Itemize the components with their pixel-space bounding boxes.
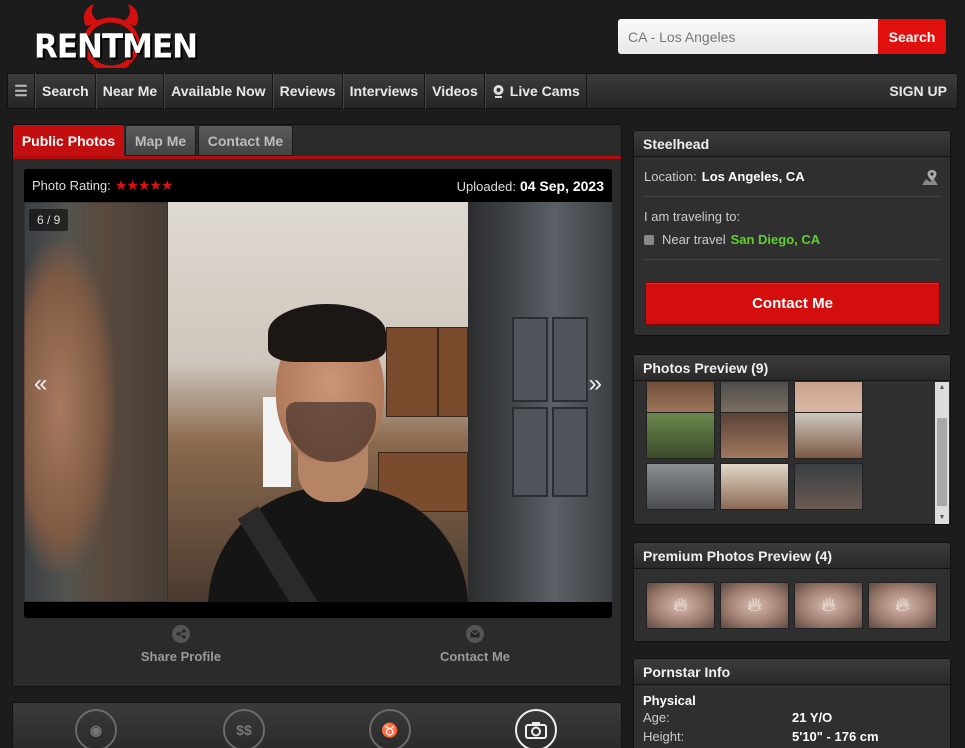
contact-me-action[interactable]: Contact Me	[375, 625, 575, 664]
prev-photo-button[interactable]: «	[34, 370, 47, 398]
next-photo-blur	[468, 202, 612, 602]
photo-panel: Public Photos Map Me Contact Me Photo Ra…	[12, 124, 622, 687]
camera-icon[interactable]	[515, 709, 557, 748]
hamburger-icon[interactable]: ☰	[8, 73, 35, 109]
nav-interviews[interactable]: Interviews	[342, 73, 426, 109]
header-search: Search	[618, 19, 946, 54]
location-row: Location: Los Angeles, CA	[644, 157, 940, 197]
uploaded-info: Uploaded: 04 Sep, 2023	[457, 178, 604, 194]
profile-summary-panel: Steelhead Location: Los Angeles, CA I am…	[633, 130, 951, 336]
photo-viewer: Photo Rating: ★★★★★ Uploaded: 04 Sep, 202…	[24, 169, 612, 618]
contact-me-label: Contact Me	[439, 649, 511, 664]
webcam-icon	[492, 84, 505, 99]
rates-icon[interactable]: $$	[223, 709, 265, 748]
flame-icon: 🔥︎	[821, 594, 836, 616]
photo-thumbnail[interactable]	[720, 463, 789, 510]
scroll-up-icon[interactable]: ▲	[935, 382, 949, 394]
scroll-down-icon[interactable]: ▼	[935, 512, 949, 524]
age-label: Age:	[643, 710, 670, 725]
photo-counter: 6 / 9	[29, 209, 69, 231]
premium-thumbnail[interactable]: 🔥︎	[794, 582, 863, 629]
height-label: Height:	[643, 729, 685, 744]
viewer-bottom-bar	[24, 602, 612, 618]
uploaded-label: Uploaded:	[456, 178, 516, 194]
flame-icon: 🔥︎	[673, 594, 688, 616]
age-value: 21 Y/O	[792, 710, 833, 725]
info-row: Age: 21 Y/O	[643, 708, 941, 727]
nav-available-now[interactable]: Available Now	[164, 73, 273, 109]
profile-tabs: Public Photos Map Me Contact Me	[13, 125, 621, 159]
photo-thumbnail[interactable]	[646, 463, 715, 510]
premium-preview-panel: Premium Photos Preview (4) 🔥︎ 🔥︎ 🔥︎ 🔥︎	[633, 542, 951, 642]
logo-text: RENTMEN	[34, 28, 198, 66]
premium-preview-title: Premium Photos Preview (4)	[634, 543, 950, 569]
location-label: Location:	[644, 169, 697, 184]
tab-contact-me[interactable]: Contact Me	[198, 125, 293, 156]
thumbnail-scrollbar[interactable]: ▲ ▼	[935, 382, 949, 524]
search-button[interactable]: Search	[878, 19, 946, 54]
photo-thumbnail[interactable]	[794, 463, 863, 510]
premium-thumbnail[interactable]: 🔥︎	[868, 582, 937, 629]
photo-thumbnail[interactable]	[794, 412, 863, 459]
height-value: 5'10" - 176 cm	[792, 729, 879, 744]
physical-section-title: Physical	[643, 693, 696, 708]
webcam-section-icon[interactable]: ◉	[75, 709, 117, 748]
tab-map-me[interactable]: Map Me	[125, 125, 196, 156]
tab-public-photos[interactable]: Public Photos	[13, 125, 124, 156]
map-pin-icon[interactable]	[920, 168, 940, 186]
photo-actions: Share Profile Contact Me	[13, 625, 621, 675]
main-nav: ☰ Search Near Me Available Now Reviews I…	[7, 73, 958, 109]
location-value: Los Angeles, CA	[701, 169, 805, 184]
photos-preview-panel: Photos Preview (9) ▲ ▼	[633, 354, 951, 525]
pornstar-info-title: Pornstar Info	[634, 659, 950, 685]
envelope-icon	[466, 625, 484, 643]
nav-videos[interactable]: Videos	[425, 73, 485, 109]
profile-section-bar: ◉ $$ ♉	[12, 702, 622, 748]
share-profile-label: Share Profile	[140, 649, 222, 664]
premium-thumbnail[interactable]: 🔥︎	[646, 582, 715, 629]
traveling-title: I am traveling to:	[644, 209, 741, 224]
nav-near-me[interactable]: Near Me	[95, 73, 165, 109]
share-icon	[172, 625, 190, 643]
premium-thumbnail[interactable]: 🔥︎	[720, 582, 789, 629]
uploaded-date: 04 Sep, 2023	[519, 177, 604, 194]
pornstar-info-panel: Pornstar Info Physical Age: 21 Y/O Heigh…	[633, 658, 951, 748]
devil-icon[interactable]: ♉	[369, 709, 411, 748]
scrollbar-thumb[interactable]	[937, 418, 947, 506]
photos-preview-scroll[interactable]: ▲ ▼	[634, 382, 950, 524]
rentmen-logo[interactable]: RENTMEN	[28, 4, 198, 68]
contact-me-button[interactable]: Contact Me	[645, 282, 940, 325]
previous-photo-blur	[24, 202, 168, 602]
sign-up-link[interactable]: SIGN UP	[883, 73, 957, 109]
photo-rating-stars[interactable]: ★★★★★	[115, 177, 174, 194]
photos-preview-title: Photos Preview (9)	[634, 355, 950, 381]
nav-search[interactable]: Search	[35, 73, 96, 109]
nav-live-cams-label: Live Cams	[509, 83, 580, 99]
main-profile-photo	[168, 202, 468, 602]
viewer-info-bar: Photo Rating: ★★★★★ Uploaded: 04 Sep, 202…	[24, 169, 612, 202]
travel-label: Near travel	[662, 232, 726, 247]
suitcase-icon	[644, 234, 654, 245]
photo-thumbnail[interactable]	[720, 412, 789, 459]
travel-row: Near travel San Diego, CA	[644, 232, 940, 260]
next-photo-button[interactable]: »	[589, 370, 602, 398]
flame-icon: 🔥︎	[895, 594, 910, 616]
travel-city[interactable]: San Diego, CA	[731, 232, 821, 247]
photo-thumbnail[interactable]	[646, 412, 715, 459]
nav-reviews[interactable]: Reviews	[272, 73, 343, 109]
nav-live-cams[interactable]: Live Cams	[484, 73, 587, 109]
photo-rating-label: Photo Rating:	[32, 178, 111, 193]
flame-icon: 🔥︎	[747, 594, 762, 616]
profile-name: Steelhead	[634, 131, 950, 157]
share-profile-button[interactable]: Share Profile	[81, 625, 281, 664]
location-search-input[interactable]	[618, 19, 878, 54]
info-row: Height: 5'10" - 176 cm	[643, 727, 941, 746]
site-header: RENTMEN Search	[0, 0, 965, 72]
photo-carousel[interactable]: 6 / 9 « »	[24, 202, 612, 602]
